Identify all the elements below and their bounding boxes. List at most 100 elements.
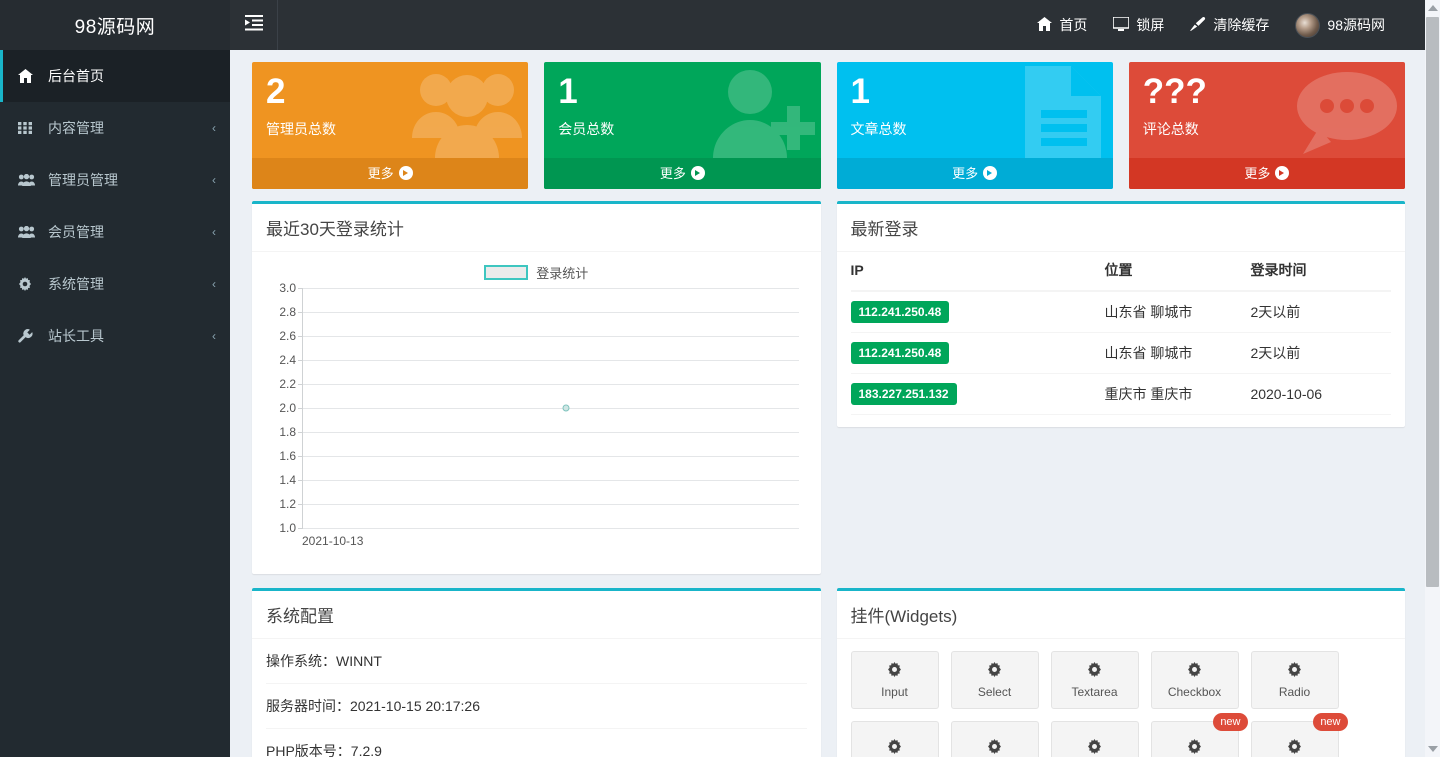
cell-time: 2020-10-06	[1250, 374, 1391, 415]
panel-body: 登录统计 3.0 2.8 2.6 2.4 2.2 2.0	[252, 252, 821, 574]
users-icon	[18, 226, 40, 238]
latest-login-column: 最新登录 IP 位置 登录时间	[829, 201, 1414, 588]
cell-location: 山东省 聊城市	[1105, 291, 1251, 333]
home-icon	[1037, 17, 1052, 34]
y-tick: 1.0	[279, 521, 296, 535]
stat-card-body: 1 文章总数	[837, 62, 1113, 158]
widget-button-6[interactable]	[851, 721, 939, 757]
chevron-left-icon: ‹	[212, 173, 216, 187]
latest-login-panel: 最新登录 IP 位置 登录时间	[837, 201, 1406, 427]
topnav-username: 98源码网	[1327, 15, 1385, 35]
table-row[interactable]: 183.227.251.132 重庆市 重庆市 2020-10-06	[851, 374, 1392, 415]
chevron-left-icon: ‹	[212, 225, 216, 239]
sidebar-item-system[interactable]: 系统管理 ‹	[0, 258, 230, 310]
comment-icon	[1289, 66, 1399, 158]
sidebar-item-webmaster-tools[interactable]: 站长工具 ‹	[0, 310, 230, 362]
stat-card-more-link[interactable]: 更多	[544, 158, 820, 189]
stat-card-more-link[interactable]: 更多	[1129, 158, 1405, 189]
topnav-clearcache[interactable]: 清除缓存	[1190, 15, 1269, 35]
stat-card-admins-wrap: 2 管理员总数 更多	[244, 62, 536, 189]
stat-card-body: 2 管理员总数	[252, 62, 528, 158]
gear-icon	[18, 277, 40, 291]
column-header-ip: IP	[851, 252, 1105, 291]
widget-button-8[interactable]	[1051, 721, 1139, 757]
widget-button-radio[interactable]: Radio	[1251, 651, 1339, 709]
widget-button-9[interactable]: new	[1151, 721, 1239, 757]
topnav-home[interactable]: 首页	[1037, 15, 1087, 35]
widget-button-7[interactable]	[951, 721, 1039, 757]
widget-label: Textarea	[1071, 685, 1117, 699]
indent-menu-icon	[245, 15, 263, 36]
stat-card-articles-wrap: 1 文章总数 更多	[829, 62, 1121, 189]
gear-icon	[987, 662, 1002, 682]
sidebar-item-dashboard[interactable]: 后台首页	[0, 50, 230, 102]
table-row[interactable]: 112.241.250.48 山东省 聊城市 2天以前	[851, 291, 1392, 333]
stat-card-more-label: 更多	[368, 166, 394, 181]
chevron-left-icon: ‹	[212, 121, 216, 135]
sidebar-toggle-button[interactable]	[230, 0, 278, 50]
chart-legend[interactable]: 登录统计	[266, 262, 807, 282]
widgets-panel: 挂件(Widgets) Input Select	[837, 588, 1406, 757]
chart-data-point[interactable]	[562, 405, 569, 412]
home-icon	[18, 69, 40, 83]
scroll-down-arrow-icon[interactable]	[1425, 741, 1440, 757]
panel-header: 最近30天登录统计	[252, 204, 821, 252]
wrench-icon	[18, 329, 40, 343]
topnav-lockscreen[interactable]: 锁屏	[1113, 15, 1164, 35]
sidebar-item-content[interactable]: 内容管理 ‹	[0, 102, 230, 154]
gear-icon	[887, 662, 902, 682]
gear-icon	[1187, 662, 1202, 682]
login-chart-panel: 最近30天登录统计 登录统计 3.0 2.8	[252, 201, 821, 574]
brush-icon	[1190, 17, 1206, 34]
chart-y-axis: 3.0 2.8 2.6 2.4 2.2 2.0 1.8 1.6 1.4 1.	[266, 288, 298, 528]
scroll-up-arrow-icon[interactable]	[1425, 0, 1440, 16]
config-row-servertime: 服务器时间：2021-10-15 20:17:26	[266, 684, 807, 729]
arrow-circle-right-icon	[399, 166, 413, 180]
dashboard-row-2: 系统配置 操作系统：WINNT 服务器时间：2021-10-15 20:17:2…	[244, 588, 1413, 757]
cell-location: 山东省 聊城市	[1105, 333, 1251, 374]
stat-card-more-link[interactable]: 更多	[837, 158, 1113, 189]
cell-location: 重庆市 重庆市	[1105, 374, 1251, 415]
panel-title: 最新登录	[851, 215, 1392, 240]
ip-badge: 183.227.251.132	[851, 383, 957, 405]
stat-card-comments-wrap: ??? 评论总数 更多	[1121, 62, 1413, 189]
brand-logo[interactable]: 98源码网	[0, 0, 230, 50]
table-row[interactable]: 112.241.250.48 山东省 聊城市 2天以前	[851, 333, 1392, 374]
gear-icon	[1287, 739, 1302, 757]
stat-card-members-wrap: 1 会员总数 更多	[536, 62, 828, 189]
widget-button-select[interactable]: Select	[951, 651, 1039, 709]
top-navbar: 98源码网 首页 锁屏	[0, 0, 1440, 50]
panel-body: Input Select Textarea	[837, 639, 1406, 757]
widget-label: Checkbox	[1168, 685, 1221, 699]
sidebar-item-members[interactable]: 会员管理 ‹	[0, 206, 230, 258]
widget-button-input[interactable]: Input	[851, 651, 939, 709]
x-tick: 2021-10-13	[302, 534, 363, 548]
panel-body: 操作系统：WINNT 服务器时间：2021-10-15 20:17:26 PHP…	[252, 639, 821, 757]
widgets-column: 挂件(Widgets) Input Select	[829, 588, 1414, 757]
sidebar-item-label: 系统管理	[48, 274, 212, 294]
file-icon	[1013, 66, 1107, 158]
chevron-left-icon: ‹	[212, 329, 216, 343]
users-icon	[18, 174, 40, 186]
sidebar-item-admins[interactable]: 管理员管理 ‹	[0, 154, 230, 206]
stat-card-more-label: 更多	[1244, 166, 1270, 181]
sidebar-item-label: 管理员管理	[48, 170, 212, 190]
topnav-user-menu[interactable]: 98源码网	[1295, 13, 1385, 38]
sidebar-item-label: 内容管理	[48, 118, 212, 138]
gear-icon	[1087, 662, 1102, 682]
page-scrollbar[interactable]	[1425, 0, 1440, 757]
sidebar-item-label: 会员管理	[48, 222, 212, 242]
stat-card-more-link[interactable]: 更多	[252, 158, 528, 189]
topnav-clearcache-label: 清除缓存	[1213, 15, 1269, 35]
stat-card-articles: 1 文章总数 更多	[837, 62, 1113, 189]
config-row-os: 操作系统：WINNT	[266, 639, 807, 684]
y-tick: 2.0	[279, 401, 296, 415]
stat-card-comments: ??? 评论总数 更多	[1129, 62, 1405, 189]
widget-button-textarea[interactable]: Textarea	[1051, 651, 1139, 709]
widget-button-checkbox[interactable]: Checkbox	[1151, 651, 1239, 709]
arrow-circle-right-icon	[1275, 166, 1289, 180]
scrollbar-thumb[interactable]	[1426, 17, 1439, 587]
new-badge: new	[1313, 713, 1347, 731]
widget-button-10[interactable]: new	[1251, 721, 1339, 757]
topbar-actions: 首页 锁屏 清除缓存 98源码网	[1037, 0, 1440, 50]
